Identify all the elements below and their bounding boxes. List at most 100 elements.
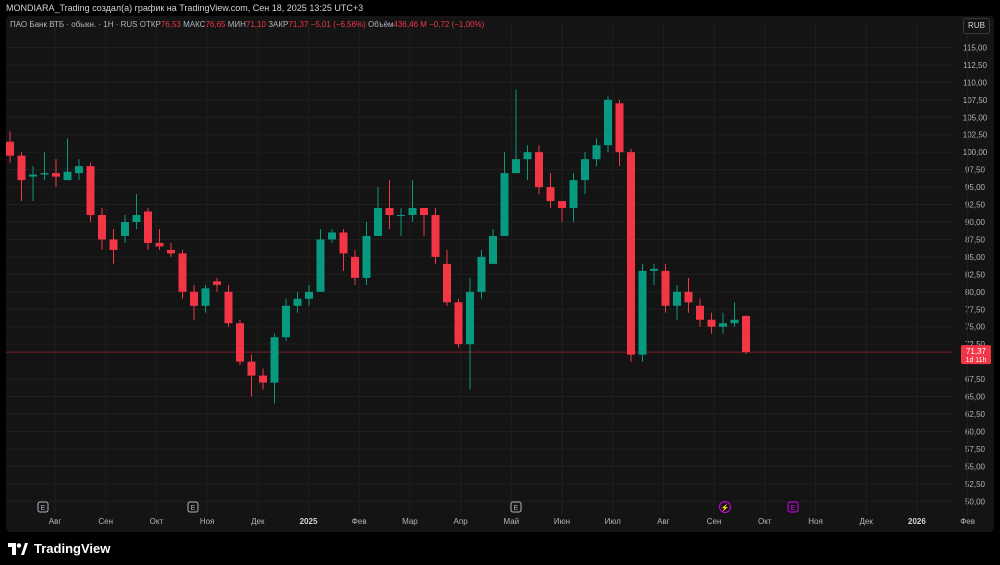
candle-body[interactable] xyxy=(17,155,26,181)
candle-body[interactable] xyxy=(638,270,647,355)
candle-body[interactable] xyxy=(236,323,244,362)
candle-body[interactable] xyxy=(696,305,704,320)
candle-body[interactable] xyxy=(604,99,612,146)
candle-body[interactable] xyxy=(86,166,95,216)
candle-body[interactable] xyxy=(592,145,601,160)
x-tick-label: 2026 xyxy=(908,517,926,526)
candle-body[interactable] xyxy=(6,141,14,156)
candle-body[interactable] xyxy=(569,180,578,209)
candle-body[interactable] xyxy=(673,291,681,306)
candle-body[interactable] xyxy=(374,208,382,236)
footer xyxy=(0,532,1000,565)
candle-body[interactable] xyxy=(408,208,417,216)
tradingview-logo-icon xyxy=(8,542,28,555)
candle-body[interactable] xyxy=(684,291,693,303)
volume-label: Объём xyxy=(368,20,394,29)
candle-body[interactable] xyxy=(293,298,302,306)
bar-countdown: 1d 11h xyxy=(966,357,987,364)
candle-body[interactable] xyxy=(523,152,532,160)
symbol-name[interactable]: ПАО Банк ВТБ · обыкн. · 1Н · RUS xyxy=(10,20,138,29)
last-price-badge[interactable]: 71,371d 11h xyxy=(961,345,991,365)
candle-body[interactable] xyxy=(489,235,497,264)
candle-body[interactable] xyxy=(385,208,394,216)
x-tick-label: Фев xyxy=(352,517,367,526)
volume-value: 436,46 M xyxy=(393,20,427,29)
close-label: ЗАКР xyxy=(268,20,289,29)
y-tick-label: 115,00 xyxy=(963,43,987,52)
x-tick-label: Окт xyxy=(150,517,164,526)
high-value: 76,65 xyxy=(205,20,226,29)
candle-body[interactable] xyxy=(615,103,624,153)
candle-body[interactable] xyxy=(362,235,371,278)
y-tick-label: 102,50 xyxy=(963,131,988,140)
candle-body[interactable] xyxy=(270,337,279,383)
candle-body[interactable] xyxy=(259,375,267,383)
candle-body[interactable] xyxy=(52,173,60,177)
candle-body[interactable] xyxy=(167,249,175,254)
x-tick-label: Июл xyxy=(605,517,622,526)
ohlc-legend: ПАО Банк ВТБ · обыкн. · 1Н · RUS ОТКР76,… xyxy=(10,19,484,31)
candle-body[interactable] xyxy=(316,239,325,292)
y-tick-label: 110,00 xyxy=(963,78,987,87)
event-marker-label: E xyxy=(191,505,196,512)
candle-body[interactable] xyxy=(742,316,750,353)
x-tick-label: Авг xyxy=(49,517,62,526)
candle-body[interactable] xyxy=(546,187,555,202)
currency-button[interactable]: RUB xyxy=(963,18,990,34)
candle-body[interactable] xyxy=(339,232,348,254)
candle-body[interactable] xyxy=(132,215,141,222)
candle-body[interactable] xyxy=(454,302,463,345)
candle-body[interactable] xyxy=(351,256,359,278)
x-tick-label: Ноя xyxy=(200,517,215,526)
candle-body[interactable] xyxy=(443,263,451,303)
candle-body[interactable] xyxy=(213,281,221,285)
candle-body[interactable] xyxy=(328,232,336,240)
last-price-value: 71,37 xyxy=(966,347,987,356)
candle-body[interactable] xyxy=(627,152,635,355)
tradingview-window: MONDIARA_Trading создал(а) график на Tra… xyxy=(0,0,1000,565)
candle-body[interactable] xyxy=(98,215,106,240)
x-tick-label: Авг xyxy=(657,517,670,526)
candle-body[interactable] xyxy=(247,361,256,376)
candle-body[interactable] xyxy=(29,174,37,177)
candle-body[interactable] xyxy=(397,215,405,217)
candle-body[interactable] xyxy=(650,268,658,271)
x-tick-label: Фев xyxy=(960,517,975,526)
candle-body[interactable] xyxy=(431,215,440,257)
candle-body[interactable] xyxy=(305,291,313,299)
candle-body[interactable] xyxy=(178,253,187,292)
x-tick-label: Сен xyxy=(98,517,113,526)
candle-body[interactable] xyxy=(730,319,739,324)
x-tick-label: Апр xyxy=(454,517,469,526)
candle-body[interactable] xyxy=(121,222,129,236)
candle-body[interactable] xyxy=(420,208,428,216)
candle-body[interactable] xyxy=(109,239,118,250)
candle-body[interactable] xyxy=(40,173,49,175)
candle-body[interactable] xyxy=(282,305,290,338)
high-label: МАКС xyxy=(183,20,206,29)
candle-body[interactable] xyxy=(558,201,566,209)
tradingview-logo[interactable]: TradingView xyxy=(8,541,110,556)
event-marker-label: ⚡ xyxy=(721,503,730,512)
candle-body[interactable] xyxy=(63,171,72,181)
x-tick-label: Май xyxy=(503,517,519,526)
candle-body[interactable] xyxy=(512,159,520,174)
candle-body[interactable] xyxy=(500,173,509,236)
candle-body[interactable] xyxy=(466,291,474,345)
candle-body[interactable] xyxy=(224,291,233,324)
candle-body[interactable] xyxy=(144,211,152,243)
candlestick-chart[interactable]: 115,00 112,50 110,00 107,50 105,00 102,50 100,… xyxy=(0,0,1000,565)
y-tick-label: 107,50 xyxy=(963,96,988,105)
candle-body[interactable] xyxy=(581,159,589,181)
y-tick-label: 112,50 xyxy=(963,61,987,70)
candle-body[interactable] xyxy=(75,166,83,174)
candle-body[interactable] xyxy=(707,319,716,327)
candle-body[interactable] xyxy=(477,256,486,292)
candle-body[interactable] xyxy=(719,323,727,327)
candle-body[interactable] xyxy=(535,152,543,188)
candle-body[interactable] xyxy=(190,291,198,306)
candle-body[interactable] xyxy=(661,270,670,306)
candle-body[interactable] xyxy=(201,288,210,306)
candle-body[interactable] xyxy=(155,242,164,247)
change-value: −5,01 (−6,56%) xyxy=(310,20,366,29)
